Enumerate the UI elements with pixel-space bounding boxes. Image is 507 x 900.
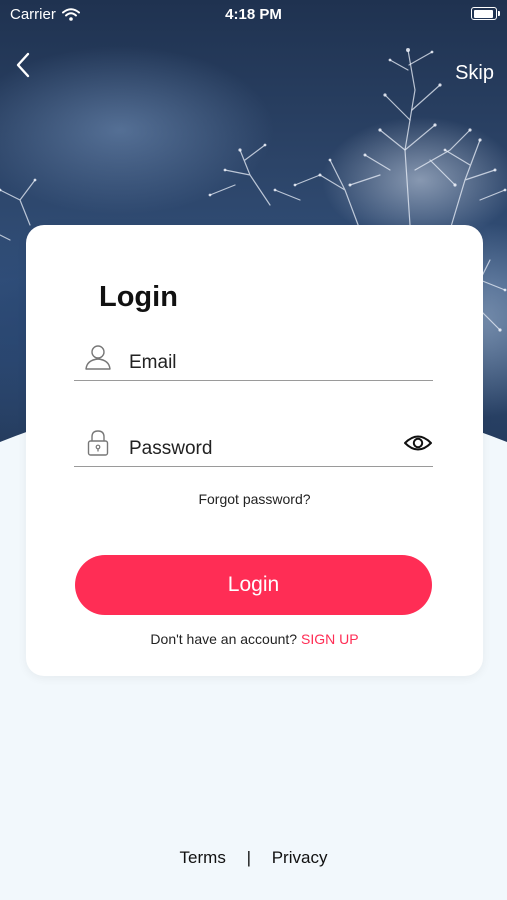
user-icon [85, 345, 111, 370]
login-button[interactable]: Login [75, 555, 432, 615]
forgot-password-link[interactable]: Forgot password? [26, 491, 483, 507]
footer-separator: | [246, 848, 251, 867]
back-chevron-icon [16, 52, 30, 78]
password-field [74, 423, 433, 467]
login-card: Login Forgot password? Login Don't have … [26, 225, 483, 676]
login-title: Login [99, 281, 178, 313]
status-bar: Carrier 4:18 PM [0, 0, 507, 28]
footer-links: Terms | Privacy [0, 848, 507, 868]
lock-icon [87, 430, 109, 456]
sign-up-link[interactable]: SIGN UP [301, 631, 359, 647]
no-account-text: Don't have an account? [150, 631, 298, 647]
password-input[interactable] [129, 435, 389, 463]
privacy-link[interactable]: Privacy [272, 848, 328, 868]
terms-link[interactable]: Terms [180, 848, 226, 868]
battery-icon [471, 7, 500, 20]
back-button[interactable] [12, 52, 36, 78]
email-input[interactable] [129, 349, 389, 377]
skip-button[interactable]: Skip [455, 62, 494, 85]
signup-prompt: Don't have an account? SIGN UP [26, 631, 483, 647]
email-field [74, 337, 433, 381]
eye-icon[interactable] [403, 431, 433, 455]
status-time: 4:18 PM [225, 6, 282, 23]
